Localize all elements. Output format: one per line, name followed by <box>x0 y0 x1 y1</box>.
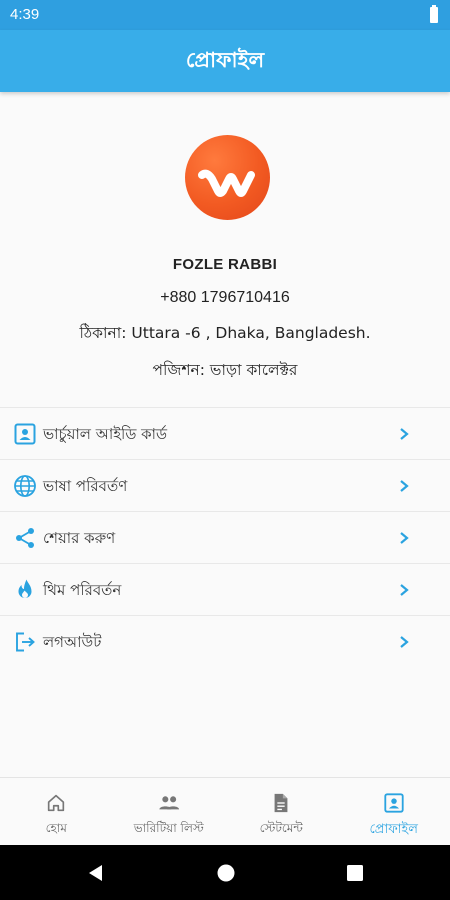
user-address: ঠিকানা: Uttara -6 , Dhaka, Bangladesh. <box>79 324 371 342</box>
app-bar: প্রোফাইল <box>0 30 450 92</box>
status-bar: 4:39 <box>0 0 450 30</box>
back-icon[interactable] <box>86 863 104 883</box>
nav-item-statement[interactable]: স্টেটমেন্ট <box>225 778 338 845</box>
id-card-icon <box>14 423 36 445</box>
user-phone: +880 1796710416 <box>160 289 290 306</box>
people-icon <box>159 796 179 810</box>
chevron-right-icon <box>400 584 409 596</box>
company-logo <box>185 135 270 220</box>
home-icon <box>48 794 65 812</box>
home-circle-icon[interactable] <box>216 863 236 883</box>
user-name: FOZLE RABBI <box>172 256 278 273</box>
menu-item-label: লগআউট <box>43 633 102 651</box>
menu-item-change-language[interactable]: ভাষা পরিবর্তণ <box>0 459 450 511</box>
menu-item-label: থিম পরিবর্তন <box>43 581 122 599</box>
logout-icon <box>16 632 35 652</box>
nav-label: হোম <box>45 821 67 835</box>
globe-icon <box>14 475 36 497</box>
profile-icon <box>384 793 404 813</box>
recents-icon[interactable] <box>346 863 364 883</box>
nav-label: স্টেটমেন্ট <box>259 821 303 835</box>
nav-item-tenant-list[interactable]: ভারিটিয়া লিস্ট <box>113 778 226 845</box>
profile-menu: ভার্চুয়াল আইডি কার্ড ভাষা পরিবর্তণ শেয়… <box>0 407 450 667</box>
menu-item-share[interactable]: শেয়ার করুণ <box>0 511 450 563</box>
page-title: প্রোফাইল <box>185 47 265 72</box>
nav-label: প্রোফাইল <box>369 822 418 837</box>
chevron-right-icon <box>400 636 409 648</box>
user-position: পজিশন: ভাড়া কালেক্টর <box>152 361 298 379</box>
chevron-right-icon <box>400 480 409 492</box>
menu-item-label: শেয়ার করুণ <box>43 529 116 547</box>
battery-icon <box>430 5 438 23</box>
nav-item-profile[interactable]: প্রোফাইল <box>338 778 450 845</box>
menu-item-label: ভাষা পরিবর্তণ <box>43 477 128 495</box>
nav-item-home[interactable]: হোম <box>0 778 113 845</box>
flame-icon <box>18 579 32 598</box>
menu-item-change-theme[interactable]: থিম পরিবর্তন <box>0 563 450 615</box>
bottom-navigation: হোম ভারিটিয়া লিস্ট স্টেটমেন্ট প্রোফাইল <box>0 777 450 845</box>
document-icon <box>274 793 288 813</box>
status-time: 4:39 <box>10 6 40 23</box>
share-icon <box>16 528 34 548</box>
menu-item-virtual-id-card[interactable]: ভার্চুয়াল আইডি কার্ড <box>0 407 450 459</box>
system-navigation-bar <box>0 845 450 900</box>
menu-item-logout[interactable]: লগআউট <box>0 615 450 667</box>
chevron-right-icon <box>400 428 409 440</box>
menu-item-label: ভার্চুয়াল আইডি কার্ড <box>43 425 168 443</box>
nav-label: ভারিটিয়া লিস্ট <box>133 821 204 835</box>
chevron-right-icon <box>400 532 409 544</box>
